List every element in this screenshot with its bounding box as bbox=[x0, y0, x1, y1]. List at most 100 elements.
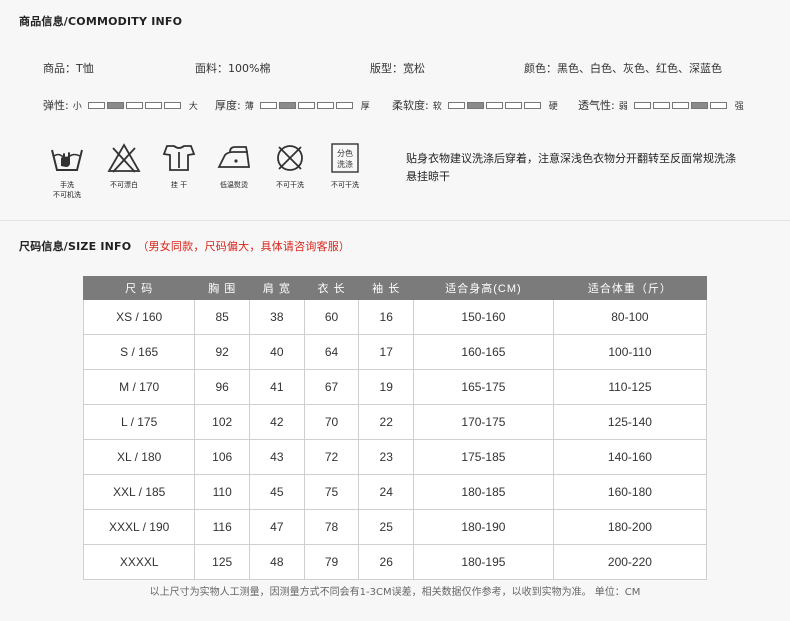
size-table-header-cell: 适合身高(CM) bbox=[413, 276, 554, 300]
table-cell: 70 bbox=[303, 404, 360, 440]
scale-segment bbox=[87, 101, 105, 109]
scale-segment bbox=[316, 101, 334, 109]
size-table-header-cell: 肩 宽 bbox=[249, 276, 305, 300]
table-cell: 42 bbox=[249, 404, 305, 440]
size-table-header-cell: 胸 围 bbox=[194, 276, 251, 300]
table-cell: 150-160 bbox=[413, 299, 554, 335]
scale-segment bbox=[709, 101, 727, 109]
table-cell: M / 170 bbox=[82, 369, 196, 405]
table-cell: XXL / 185 bbox=[82, 474, 196, 510]
size-table-header-cell: 适合体重（斤） bbox=[552, 276, 708, 300]
table-cell: 41 bbox=[249, 369, 305, 405]
low-iron-icon bbox=[217, 146, 251, 168]
scale-label: 厚度: bbox=[215, 99, 241, 112]
care-low-iron: 低温熨烫 bbox=[206, 142, 262, 190]
table-row: L / 175 102 42 70 22 170-175 125-140 bbox=[82, 404, 708, 440]
table-cell: 38 bbox=[249, 299, 305, 335]
table-cell: 75 bbox=[303, 474, 360, 510]
scale-label: 透气性: bbox=[578, 99, 615, 112]
table-cell: 78 bbox=[303, 509, 360, 545]
breathability-scale: 透气性: 弱 强 bbox=[578, 97, 744, 113]
table-cell: XS / 160 bbox=[82, 299, 196, 335]
table-cell: 48 bbox=[249, 544, 305, 580]
table-cell: 180-200 bbox=[552, 509, 708, 545]
scale-segment bbox=[163, 101, 181, 109]
scale-segment bbox=[335, 101, 353, 109]
table-row: XL / 180 106 43 72 23 175-185 140-160 bbox=[82, 439, 708, 475]
scale-high-label: 强 bbox=[734, 101, 744, 112]
table-cell: 96 bbox=[194, 369, 251, 405]
care-no-bleach: 不可漂白 bbox=[96, 142, 152, 190]
table-cell: 85 bbox=[194, 299, 251, 335]
hang-dry-icon bbox=[162, 145, 196, 171]
product-type: 商品：T恤 bbox=[43, 62, 94, 75]
table-cell: 125-140 bbox=[552, 404, 708, 440]
scale-bar bbox=[447, 101, 543, 109]
care-separate-wash: 分色 洗涤 不可干洗 bbox=[317, 142, 373, 190]
table-cell: 80-100 bbox=[552, 299, 708, 335]
table-cell: 67 bbox=[303, 369, 360, 405]
size-note: （男女同款，尺码偏大，具体请咨询客服） bbox=[137, 240, 351, 253]
care-no-tumble-dry: 不可干洗 bbox=[262, 142, 318, 190]
fit-info: 版型：宽松 bbox=[370, 62, 425, 75]
table-cell: 180-185 bbox=[413, 474, 554, 510]
separate-wash-icon: 分色 洗涤 bbox=[331, 143, 359, 173]
scale-segment bbox=[466, 101, 484, 109]
table-cell: 64 bbox=[303, 334, 360, 370]
color-info: 颜色：黑色、白色、灰色、红色、深蓝色 bbox=[524, 62, 722, 75]
table-cell: 175-185 bbox=[413, 439, 554, 475]
table-cell: 180-195 bbox=[413, 544, 554, 580]
svg-text:洗涤: 洗涤 bbox=[337, 159, 353, 169]
thickness-scale: 厚度: 薄 厚 bbox=[215, 97, 370, 113]
scale-bar bbox=[259, 101, 355, 109]
table-cell: 116 bbox=[194, 509, 251, 545]
elasticity-scale: 弹性: 小 大 bbox=[43, 97, 198, 113]
scale-label: 弹性: bbox=[43, 99, 69, 112]
section-divider bbox=[0, 220, 790, 221]
scale-high-label: 硬 bbox=[548, 101, 558, 112]
care-caption: 手洗 不可机洗 bbox=[53, 181, 81, 199]
table-cell: XXXXL bbox=[82, 544, 196, 580]
scale-segment bbox=[144, 101, 162, 109]
size-footnote: 以上尺寸为实物人工测量，因测量方式不同会有1-3CM误差，相关数据仅作参考，以收… bbox=[149, 587, 641, 598]
no-bleach-icon bbox=[107, 143, 141, 173]
table-cell: 180-190 bbox=[413, 509, 554, 545]
scale-segment bbox=[106, 101, 124, 109]
care-hand-wash: 手洗 不可机洗 bbox=[39, 142, 95, 200]
table-cell: XXXL / 190 bbox=[82, 509, 196, 545]
size-table-header-row: 尺 码胸 围肩 宽衣 长袖 长适合身高(CM) 适合体重（斤） bbox=[82, 276, 708, 300]
table-cell: S / 165 bbox=[82, 334, 196, 370]
table-cell: 19 bbox=[358, 369, 415, 405]
care-caption: 挂 干 bbox=[170, 181, 188, 189]
table-cell: 45 bbox=[249, 474, 305, 510]
table-cell: 22 bbox=[358, 404, 415, 440]
size-table-header-cell: 衣 长 bbox=[303, 276, 360, 300]
table-cell: 160-180 bbox=[552, 474, 708, 510]
svg-text:分色: 分色 bbox=[337, 148, 353, 158]
scale-segment bbox=[523, 101, 541, 109]
scale-low-label: 软 bbox=[432, 101, 442, 112]
table-cell: 23 bbox=[358, 439, 415, 475]
table-cell: 110 bbox=[194, 474, 251, 510]
table-cell: 79 bbox=[303, 544, 360, 580]
size-table-header-cell: 尺 码 bbox=[82, 276, 196, 300]
table-cell: 102 bbox=[194, 404, 251, 440]
scale-bar bbox=[87, 101, 183, 109]
scale-low-label: 弱 bbox=[618, 101, 628, 112]
care-caption: 不可漂白 bbox=[110, 181, 138, 189]
size-table-body: XS / 160 85 38 60 16 150-160 80-100 S / 165 92 40… bbox=[82, 299, 708, 580]
table-cell: 165-175 bbox=[413, 369, 554, 405]
table-cell: 72 bbox=[303, 439, 360, 475]
scale-label: 柔软度: bbox=[392, 99, 429, 112]
care-caption: 低温熨烫 bbox=[220, 181, 248, 189]
table-cell: 106 bbox=[194, 439, 251, 475]
table-cell: 170-175 bbox=[413, 404, 554, 440]
table-cell: 25 bbox=[358, 509, 415, 545]
table-row: XS / 160 85 38 60 16 150-160 80-100 bbox=[82, 299, 708, 335]
table-row: S / 165 92 40 64 17 160-165 100-110 bbox=[82, 334, 708, 370]
table-cell: L / 175 bbox=[82, 404, 196, 440]
scale-segment bbox=[125, 101, 143, 109]
table-cell: 92 bbox=[194, 334, 251, 370]
scale-segment bbox=[485, 101, 503, 109]
size-table: 尺 码胸 围肩 宽衣 长袖 长适合身高(CM) 适合体重（斤） XS / 160 8… bbox=[82, 276, 708, 580]
